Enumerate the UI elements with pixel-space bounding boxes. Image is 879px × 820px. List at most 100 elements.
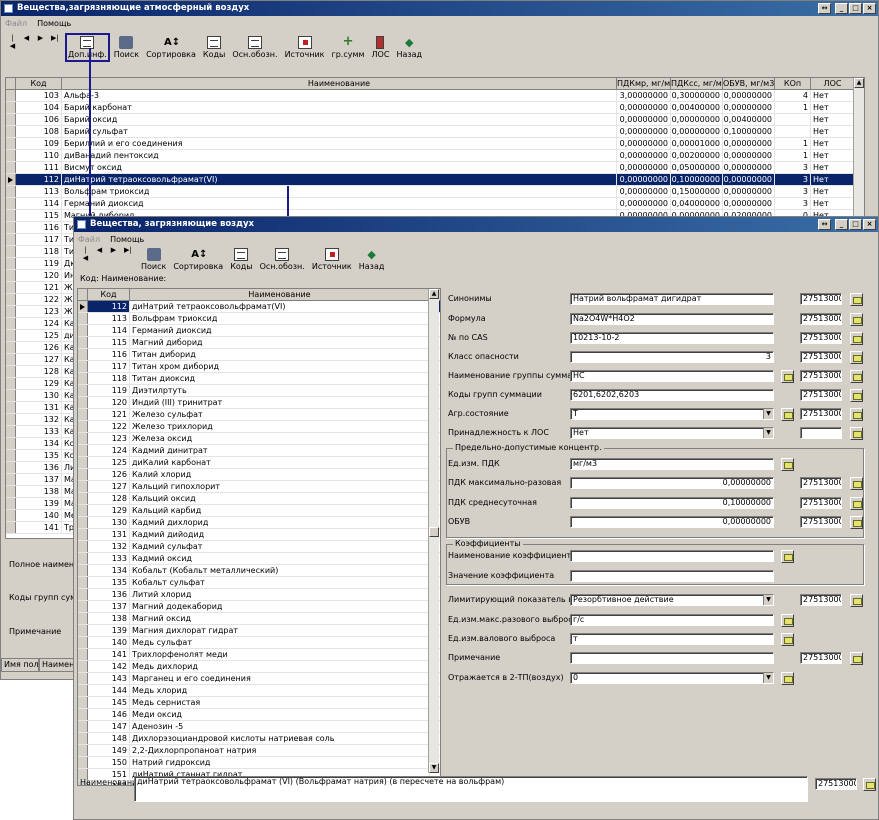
note-code[interactable]: 2751300000 — [800, 652, 842, 664]
los-button[interactable]: ЛОС — [372, 36, 389, 59]
chevron-down-icon[interactable]: ▼ — [763, 409, 773, 419]
menu-help[interactable]: Помощь — [110, 232, 144, 247]
extra-info-button[interactable]: Доп.инф. — [65, 33, 110, 62]
main-notation-button[interactable]: Осн.обозн. — [232, 36, 278, 59]
prev-record-icon[interactable]: ◀ — [23, 34, 30, 50]
limit-code[interactable]: 2751300000 — [800, 594, 842, 606]
pdk-mr-code[interactable]: 2751300000 — [800, 477, 842, 489]
next-record-icon[interactable]: ▶ — [110, 246, 117, 262]
menu-file[interactable]: Файл — [78, 232, 100, 247]
coef-value-field[interactable] — [570, 570, 774, 582]
los-code[interactable] — [800, 427, 842, 439]
table-row[interactable]: 115 Магний диборид — [78, 337, 440, 349]
cas-field[interactable]: 10213-10-2 — [570, 332, 774, 344]
table-row[interactable]: 150 Натрий гидроксид — [78, 757, 440, 769]
table-row[interactable]: 142 Медь дихлорид — [78, 661, 440, 673]
table-row[interactable]: 125 диКалий карбонат — [78, 457, 440, 469]
chevron-down-icon[interactable]: ▼ — [763, 673, 773, 683]
unit-select-icon[interactable] — [781, 458, 794, 471]
minimize-button[interactable]: _ — [835, 219, 848, 230]
maximize-button[interactable]: □ — [849, 219, 862, 230]
table-row[interactable]: 137 Магний додекаборид — [78, 601, 440, 613]
cas-code[interactable]: 2751300000 — [800, 332, 842, 344]
back-button[interactable]: ◆ Назад — [396, 36, 422, 59]
obuv-field[interactable]: 0,00000000 — [570, 516, 774, 528]
scroll-up-icon[interactable]: ▲ — [429, 289, 439, 299]
close-button[interactable]: × — [863, 219, 876, 230]
limit-select[interactable]: Резорбтивное действие ▼ — [570, 594, 774, 606]
col-name[interactable]: Наименование — [62, 78, 617, 89]
table-row[interactable]: 149 2,2-Дихлорпропаноат натрия — [78, 745, 440, 757]
col-kod[interactable]: Код — [88, 289, 130, 300]
table-row[interactable]: 130 Кадмий дихлорид — [78, 517, 440, 529]
table-row[interactable]: 112 диНатрий тетраоксовольфрамат(VI) — [78, 301, 440, 313]
table-row[interactable]: 114 Германий диоксид 0,00000000 0,04000000 0… — [6, 198, 864, 210]
hazard-field[interactable]: 3 — [570, 351, 774, 363]
source-button[interactable]: Источник — [312, 248, 352, 271]
col-name[interactable]: Наименование — [130, 289, 430, 300]
table-row[interactable]: 103 Альфа-3 3,00000000 0,30000000 0,00000000… — [6, 90, 864, 102]
agg-select[interactable]: Т ▼ — [570, 408, 774, 420]
los-edit-icon[interactable] — [850, 427, 863, 440]
los-select[interactable]: Нет ▼ — [570, 427, 774, 439]
table-row[interactable]: 135 Кобальт сульфат — [78, 577, 440, 589]
pdk-ss-field[interactable]: 0,10000000 — [570, 497, 774, 509]
menu-help[interactable]: Помощь — [37, 16, 71, 31]
table-row[interactable]: 132 Кадмий сульфат — [78, 541, 440, 553]
synonyms-code[interactable]: 2751300000 — [800, 293, 842, 305]
pdk-ss-code[interactable]: 2751300000 — [800, 497, 842, 509]
group-codes-code[interactable]: 2751300000 — [800, 389, 842, 401]
tp-select[interactable]: 0 ▼ — [570, 672, 774, 684]
table-row[interactable]: 118 Титан диоксид — [78, 373, 440, 385]
search-button[interactable]: Поиск — [141, 248, 166, 271]
table-row[interactable]: 109 Бериллий и его соединения 0,00000000 0,… — [6, 138, 864, 150]
table-row[interactable]: 113 Вольфрам триоксид — [78, 313, 440, 325]
table-row[interactable]: 128 Кальций оксид — [78, 493, 440, 505]
agg-select-icon[interactable] — [781, 408, 794, 421]
table-row[interactable]: 139 Магния дихлорат гидрат — [78, 625, 440, 637]
restore-icon[interactable]: ↔ — [818, 219, 831, 230]
group-codes-edit-icon[interactable] — [850, 389, 863, 402]
pdk-ss-edit-icon[interactable] — [850, 497, 863, 510]
group-name-field[interactable]: НС — [570, 370, 774, 382]
col-los[interactable]: ЛОС — [811, 78, 855, 89]
scroll-up-icon[interactable]: ▲ — [854, 78, 864, 88]
table-row[interactable]: 140 Медь сульфат — [78, 637, 440, 649]
group-name-select-icon[interactable] — [781, 370, 794, 383]
formula-edit-icon[interactable] — [850, 313, 863, 326]
table-row[interactable]: 129 Кальций карбид — [78, 505, 440, 517]
pdk-mr-field[interactable]: 0,00000000 — [570, 477, 774, 489]
max-unit-select-icon[interactable] — [781, 614, 794, 627]
table-row[interactable]: 145 Медь сернистая — [78, 697, 440, 709]
minimize-button[interactable]: _ — [835, 3, 848, 14]
main-notation-button[interactable]: Осн.обозн. — [260, 248, 305, 271]
source-button[interactable]: Источник — [285, 36, 325, 59]
note-edit-icon[interactable] — [850, 652, 863, 665]
prev-record-icon[interactable]: ◀ — [96, 246, 103, 262]
note-field[interactable] — [570, 652, 774, 664]
tp-select-icon[interactable] — [781, 672, 794, 685]
formula-field[interactable]: Na2O4W*H4O2 — [570, 313, 774, 325]
group-name-edit-icon[interactable] — [850, 370, 863, 383]
table-row[interactable]: 106 Барий оксид 0,00000000 0,00000000 0,0040… — [6, 114, 864, 126]
gross-unit-select-icon[interactable] — [781, 633, 794, 646]
col-pdkmr[interactable]: ПДКмр, мг/м3 — [617, 78, 671, 89]
maximize-button[interactable]: □ — [849, 3, 862, 14]
table-row[interactable]: 104 Барий карбонат 0,00000000 0,00400000 0,0… — [6, 102, 864, 114]
limit-edit-icon[interactable] — [850, 594, 863, 607]
table-row[interactable]: 144 Медь хлорид — [78, 685, 440, 697]
table-row[interactable]: 138 Магний оксид — [78, 613, 440, 625]
table-row[interactable]: 123 Железа оксид — [78, 433, 440, 445]
formula-code[interactable]: 2751300000 — [800, 313, 842, 325]
cas-edit-icon[interactable] — [850, 332, 863, 345]
coef-name-field[interactable] — [570, 550, 774, 562]
table-row[interactable]: 127 Кальций гипохлорит — [78, 481, 440, 493]
table-row[interactable]: 122 Железо трихлорид — [78, 421, 440, 433]
table-row[interactable]: 134 Кобальт (Кобальт металлический) — [78, 565, 440, 577]
pdk-mr-edit-icon[interactable] — [850, 477, 863, 490]
last-record-icon[interactable]: ▶| — [51, 34, 59, 50]
next-record-icon[interactable]: ▶ — [37, 34, 44, 50]
table-row[interactable]: 119 Диэтилртуть — [78, 385, 440, 397]
back-grid-scrollbar[interactable]: ▲ — [853, 78, 864, 218]
menu-file[interactable]: Файл — [5, 16, 27, 31]
